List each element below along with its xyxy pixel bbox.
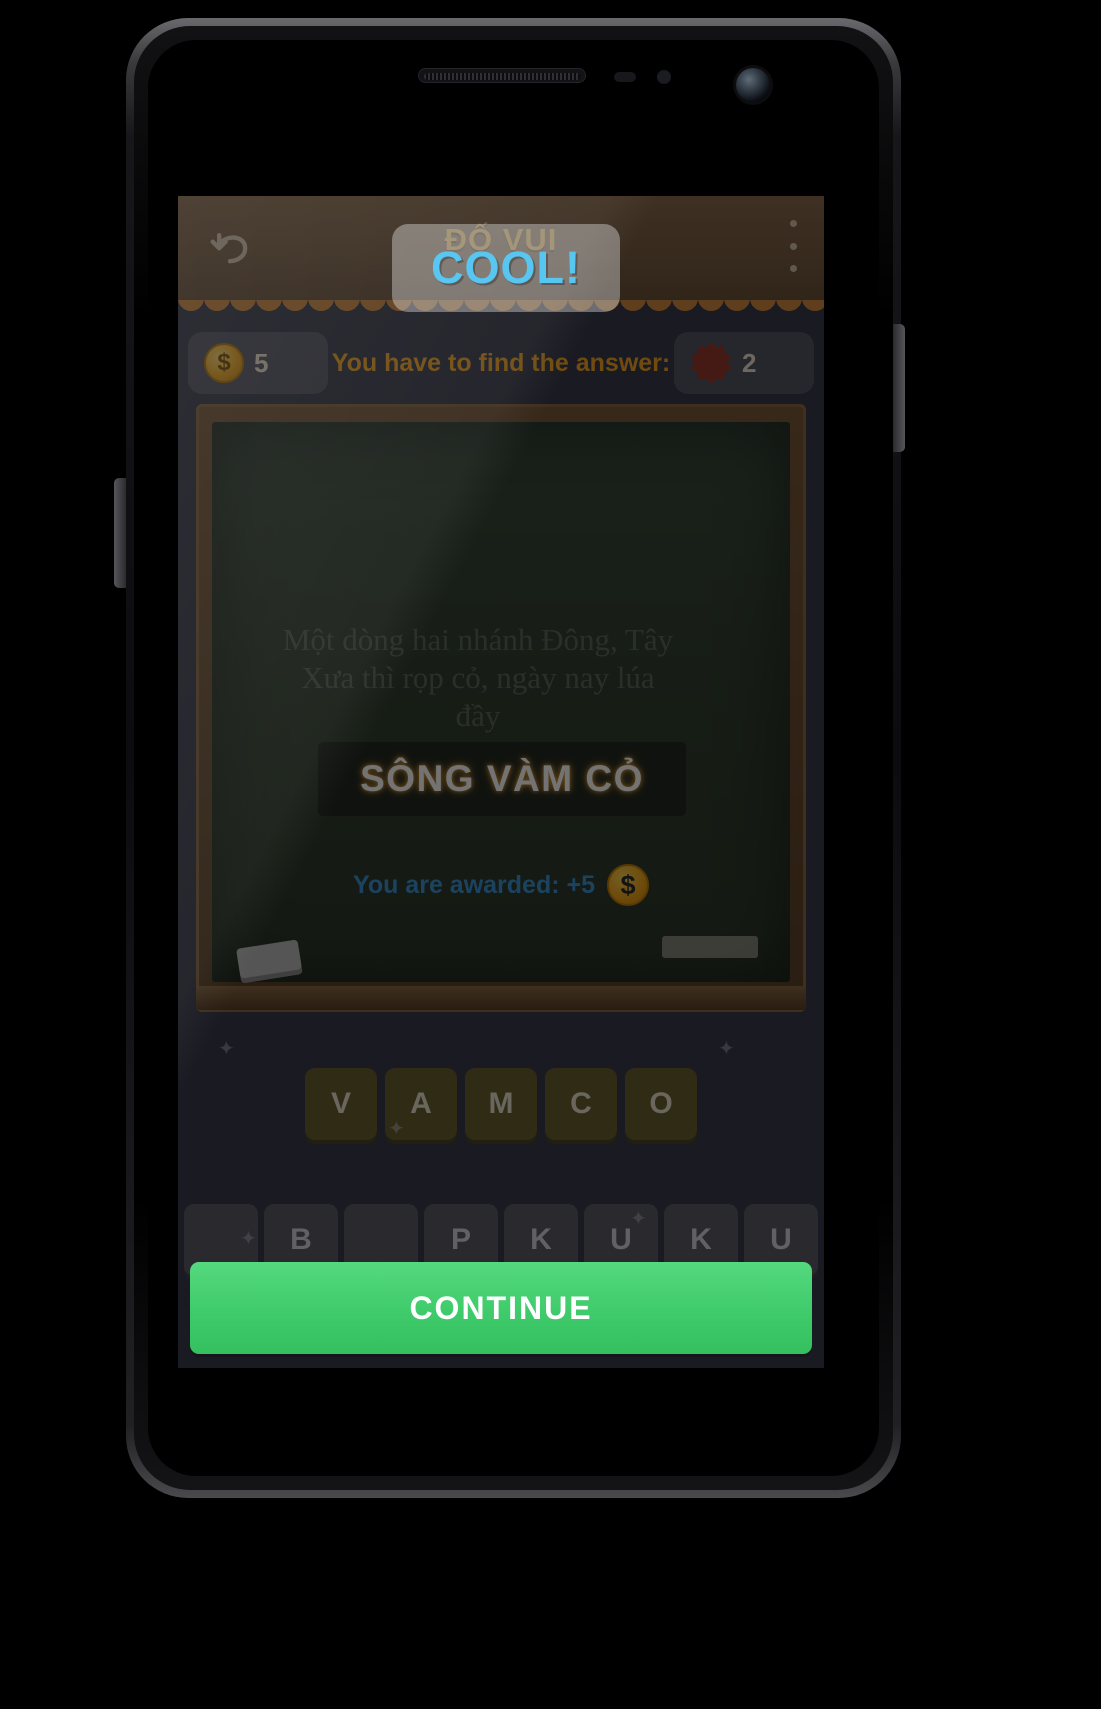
continue-button[interactable]: CONTINUE [190,1262,812,1354]
light-sensor-icon [657,70,671,84]
power-button[interactable] [893,324,905,452]
cool-banner: COOL! [392,224,620,312]
proximity-sensor-icon [614,72,636,82]
app-screen: ĐỐ VUI $ 5 You have to find the answer: … [178,196,824,1368]
screenshot-stage: ĐỐ VUI $ 5 You have to find the answer: … [0,0,1101,1709]
continue-label: CONTINUE [409,1289,593,1326]
cool-title: COOL! [431,242,581,293]
front-camera-icon [736,68,770,102]
earpiece-speaker [418,68,586,83]
result-dialog: COOL! CONTINUE [178,196,824,1368]
volume-button[interactable] [114,478,126,588]
